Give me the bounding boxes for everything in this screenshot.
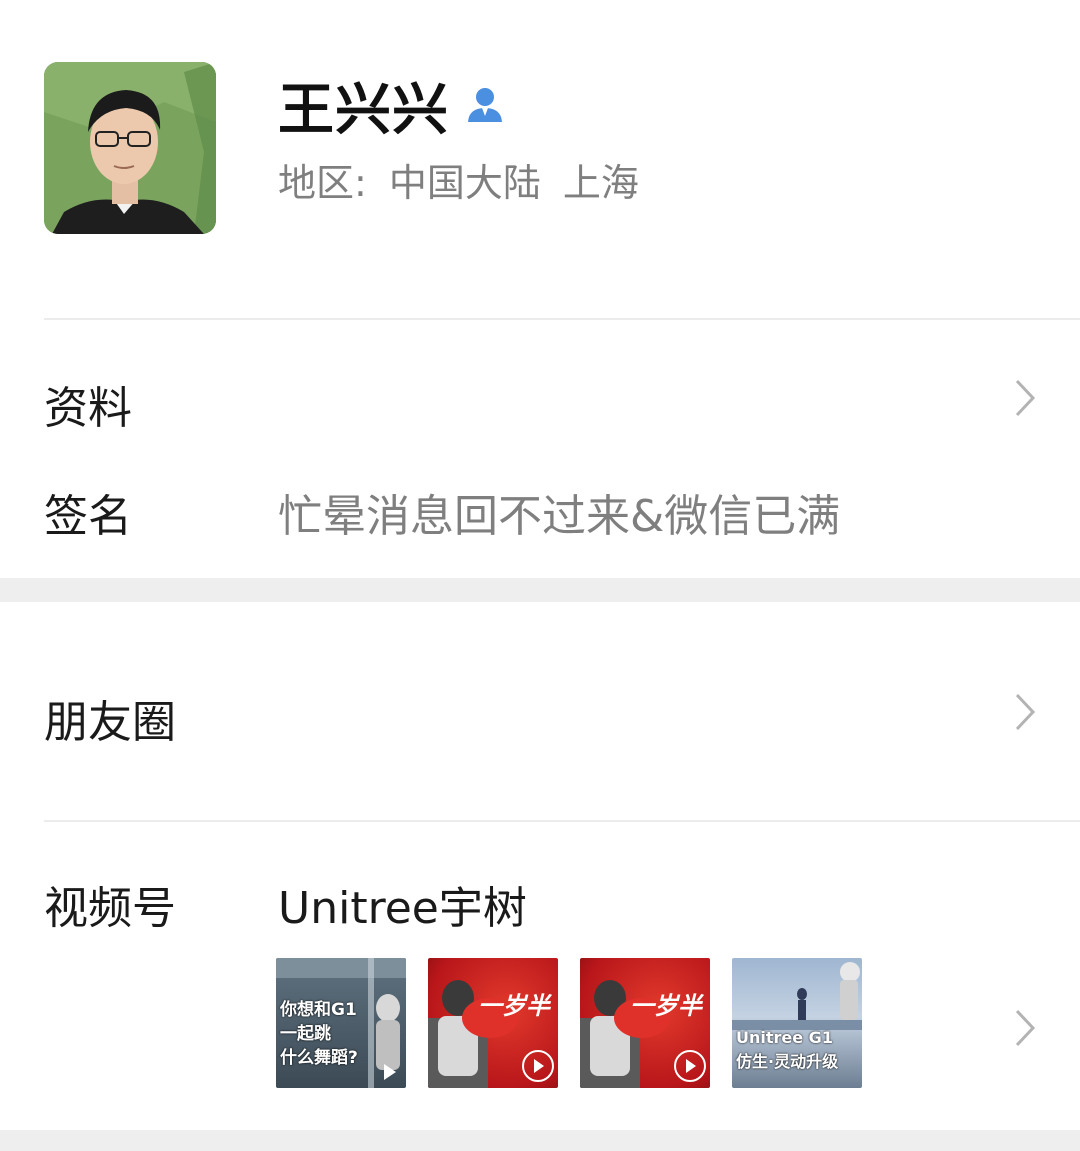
chevron-right-icon[interactable] <box>1014 378 1036 418</box>
avatar[interactable] <box>44 62 216 234</box>
channel-name[interactable]: Unitree宇树 <box>278 872 527 936</box>
channels-row-label[interactable]: 视频号 <box>44 872 176 936</box>
channel-thumbnails: 你想和G1 一起跳 什么舞蹈? 一岁半 一岁半 Unitree G1 仿生·灵动… <box>276 958 862 1088</box>
video-thumbnail[interactable]: 你想和G1 一起跳 什么舞蹈? <box>276 958 406 1088</box>
play-icon <box>384 1064 396 1080</box>
region-city: 上海 <box>562 161 639 205</box>
section-gap <box>0 578 1080 602</box>
region-label: 地区: <box>278 161 367 205</box>
video-thumbnail[interactable]: 一岁半 <box>428 958 558 1088</box>
moments-row-label[interactable]: 朋友圈 <box>44 686 176 750</box>
signature-row-label: 签名 <box>44 491 132 542</box>
name-row: 王兴兴 <box>278 70 505 143</box>
chevron-right-icon[interactable] <box>1014 692 1036 732</box>
thumbnail-caption: 一岁半 <box>630 992 702 1020</box>
thumbnail-caption: 你想和G1 一起跳 什么舞蹈? <box>280 1000 358 1068</box>
video-thumbnail[interactable]: 一岁半 <box>580 958 710 1088</box>
signature-value: 忙晕消息回不过来&微信已满 <box>278 491 841 542</box>
profile-header: 王兴兴 地区: 中国大陆 上海 <box>0 0 1080 320</box>
divider <box>44 318 1080 320</box>
contact-person-icon <box>465 86 505 128</box>
thumbnail-caption: 一岁半 <box>478 992 550 1020</box>
divider <box>44 820 1080 822</box>
profile-name: 王兴兴 <box>278 77 449 143</box>
play-icon <box>674 1050 706 1082</box>
info-row-label[interactable]: 资料 <box>44 372 132 436</box>
thumbnail-caption: Unitree G1 仿生·灵动升级 <box>736 1028 839 1071</box>
chevron-right-icon[interactable] <box>1014 1008 1036 1048</box>
region-country: 中国大陆 <box>388 161 541 205</box>
video-thumbnail[interactable]: Unitree G1 仿生·灵动升级 <box>732 958 862 1088</box>
section-gap <box>0 1130 1080 1151</box>
region-text: 地区: 中国大陆 上海 <box>278 152 661 207</box>
play-icon <box>522 1050 554 1082</box>
